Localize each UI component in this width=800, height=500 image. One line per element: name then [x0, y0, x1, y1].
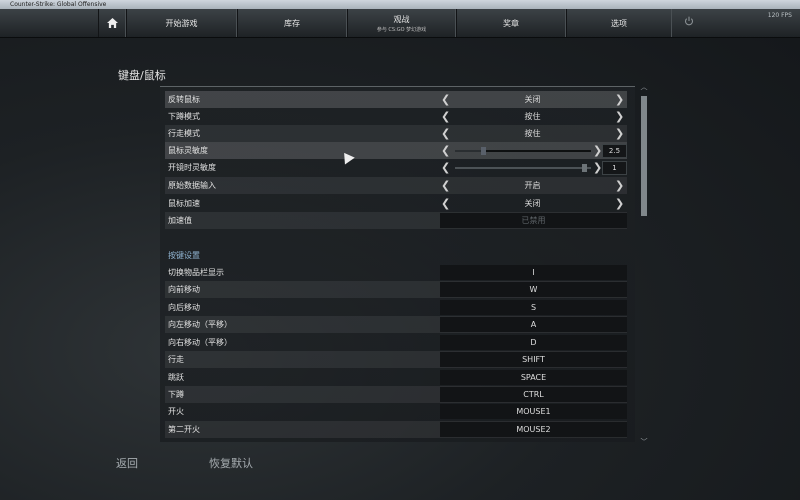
nav-watch-button[interactable]: 观战 参与 CS:GO 梦幻游戏	[347, 9, 456, 37]
keybind-key[interactable]: S	[440, 300, 627, 315]
setting-label: 原始数据输入	[168, 181, 216, 190]
chevron-right-icon[interactable]: ❯	[615, 108, 624, 125]
keybind-row[interactable]: 下蹲 CTRL	[165, 386, 627, 403]
settings-scrollbar[interactable]: ︿ ﹀	[639, 83, 649, 446]
setting-row-raw-input[interactable]: 原始数据输入 ❮ 开启 ❯	[165, 177, 627, 194]
chevron-left-icon[interactable]: ❮	[441, 159, 450, 176]
keybind-key[interactable]: D	[440, 335, 627, 350]
key-bindings-header: 按键设置	[168, 251, 200, 260]
keybind-key[interactable]: SPACE	[440, 370, 627, 385]
back-button[interactable]: 返回	[116, 455, 138, 471]
chevron-left-icon[interactable]: ❮	[441, 142, 450, 159]
keybind-label: 跳跃	[168, 373, 184, 382]
setting-label: 鼠标加速	[168, 199, 200, 208]
keybind-row[interactable]: 开火 MOUSE1	[165, 403, 627, 420]
nav-options-button[interactable]: 选项	[566, 9, 672, 37]
keybind-row[interactable]: 向后移动 S	[165, 299, 627, 316]
keybind-key[interactable]: MOUSE2	[440, 422, 627, 437]
chevron-left-icon[interactable]: ❮	[441, 108, 450, 125]
keybind-row[interactable]: 向前移动 W	[165, 281, 627, 298]
keybind-row[interactable]: 跳跃 SPACE	[165, 369, 627, 386]
slider-thumb[interactable]	[481, 147, 486, 155]
home-icon	[106, 18, 118, 28]
setting-value: 关闭	[524, 95, 541, 104]
mouse-sensitivity-slider[interactable]	[455, 147, 591, 155]
nav-inventory-label: 库存	[284, 18, 300, 28]
keybind-label: 下蹲	[168, 390, 184, 399]
keybind-key[interactable]: MOUSE1	[440, 404, 627, 419]
keybind-row[interactable]: 向右移动（平移） D	[165, 334, 627, 351]
zoom-sensitivity-slider[interactable]	[455, 164, 591, 172]
chevron-left-icon[interactable]: ❮	[441, 177, 450, 194]
acceleration-value-box: 已禁用	[440, 213, 627, 228]
keybind-key[interactable]: A	[440, 317, 627, 332]
chevron-right-icon[interactable]: ❯	[615, 125, 624, 142]
power-icon[interactable]	[684, 16, 694, 26]
setting-row-mouse-acceleration[interactable]: 鼠标加速 ❮ 关闭 ❯	[165, 195, 627, 212]
setting-row-invert-mouse[interactable]: 反转鼠标 ❮ 关闭 ❯	[165, 91, 627, 108]
nav-inventory-button[interactable]: 库存	[237, 9, 347, 37]
window-title: Counter-Strike: Global Offensive	[10, 1, 107, 8]
keybind-key[interactable]: CTRL	[440, 387, 627, 402]
keybind-label: 向后移动	[168, 303, 200, 312]
setting-value: 按住	[524, 129, 541, 138]
setting-row-crouch-mode[interactable]: 下蹲模式 ❮ 按住 ❯	[165, 108, 627, 125]
home-button[interactable]	[98, 9, 126, 37]
setting-value: 开启	[524, 181, 541, 190]
chevron-left-icon[interactable]: ❮	[441, 125, 450, 142]
setting-label: 反转鼠标	[168, 95, 200, 104]
chevron-right-icon[interactable]: ❯	[615, 177, 624, 194]
fps-counter: 120 FPS	[767, 12, 792, 19]
setting-label: 开镜时灵敏度	[168, 163, 216, 172]
keybind-label: 第二开火	[168, 425, 200, 434]
keybind-key[interactable]: SHIFT	[440, 352, 627, 367]
keybind-row[interactable]: 行走 SHIFT	[165, 351, 627, 368]
setting-label: 鼠标灵敏度	[168, 146, 208, 155]
setting-label: 下蹲模式	[168, 112, 200, 121]
keybind-label: 向左移动（平移）	[168, 320, 232, 329]
keybind-row[interactable]: 切换物品栏显示 I	[165, 264, 627, 281]
reset-defaults-button[interactable]: 恢复默认	[209, 455, 253, 471]
keybind-row[interactable]: 向左移动（平移） A	[165, 316, 627, 333]
setting-label: 加速值	[168, 216, 192, 225]
nav-watch-sublabel: 参与 CS:GO 梦幻游戏	[376, 26, 427, 33]
chevron-right-icon[interactable]: ❯	[615, 91, 624, 108]
nav-options-label: 选项	[611, 18, 627, 28]
setting-value: 按住	[524, 112, 541, 121]
keybind-label: 开火	[168, 407, 184, 416]
nav-play-button[interactable]: 开始游戏	[126, 9, 237, 37]
setting-row-walk-mode[interactable]: 行走模式 ❮ 按住 ❯	[165, 125, 627, 142]
chevron-left-icon[interactable]: ❮	[441, 91, 450, 108]
nav-watch-label: 观战	[393, 14, 410, 24]
scroll-up-icon[interactable]: ︿	[639, 82, 649, 92]
chevron-left-icon[interactable]: ❮	[441, 195, 450, 212]
chevron-right-icon[interactable]: ❯	[593, 159, 602, 176]
slider-thumb[interactable]	[582, 164, 587, 172]
nav-awards-label: 奖章	[503, 18, 519, 28]
setting-row-zoom-sensitivity[interactable]: 开镜时灵敏度 ❮ ❯ 1	[165, 159, 627, 176]
keybind-key[interactable]: I	[440, 265, 627, 280]
section-title: 键盘/鼠标	[118, 69, 166, 82]
chevron-right-icon[interactable]: ❯	[593, 142, 602, 159]
nav-play-label: 开始游戏	[165, 18, 198, 28]
nav-awards-button[interactable]: 奖章	[456, 9, 566, 37]
keybind-label: 向右移动（平移）	[168, 338, 232, 347]
zoom-sensitivity-value[interactable]: 1	[602, 161, 627, 175]
chevron-right-icon[interactable]: ❯	[615, 195, 624, 212]
keybind-row[interactable]: 第二开火 MOUSE2	[165, 421, 627, 438]
scrollbar-thumb[interactable]	[641, 96, 647, 216]
mouse-sensitivity-value[interactable]: 2.5	[602, 144, 627, 158]
setting-value: 关闭	[524, 199, 541, 208]
setting-row-mouse-sensitivity[interactable]: 鼠标灵敏度 ❮ ❯ 2.5	[165, 142, 627, 159]
keybind-label: 行走	[168, 355, 184, 364]
keybind-label: 向前移动	[168, 285, 200, 294]
setting-label: 行走模式	[168, 129, 200, 138]
top-nav: 开始游戏 库存 观战 参与 CS:GO 梦幻游戏 奖章 选项 120 FPS	[0, 9, 800, 38]
keybind-label: 切换物品栏显示	[168, 268, 224, 277]
setting-row-acceleration-value: 加速值 已禁用	[165, 212, 627, 229]
window-title-bar: Counter-Strike: Global Offensive	[0, 0, 800, 9]
scroll-down-icon[interactable]: ﹀	[639, 437, 649, 447]
keybind-key[interactable]: W	[440, 282, 627, 297]
